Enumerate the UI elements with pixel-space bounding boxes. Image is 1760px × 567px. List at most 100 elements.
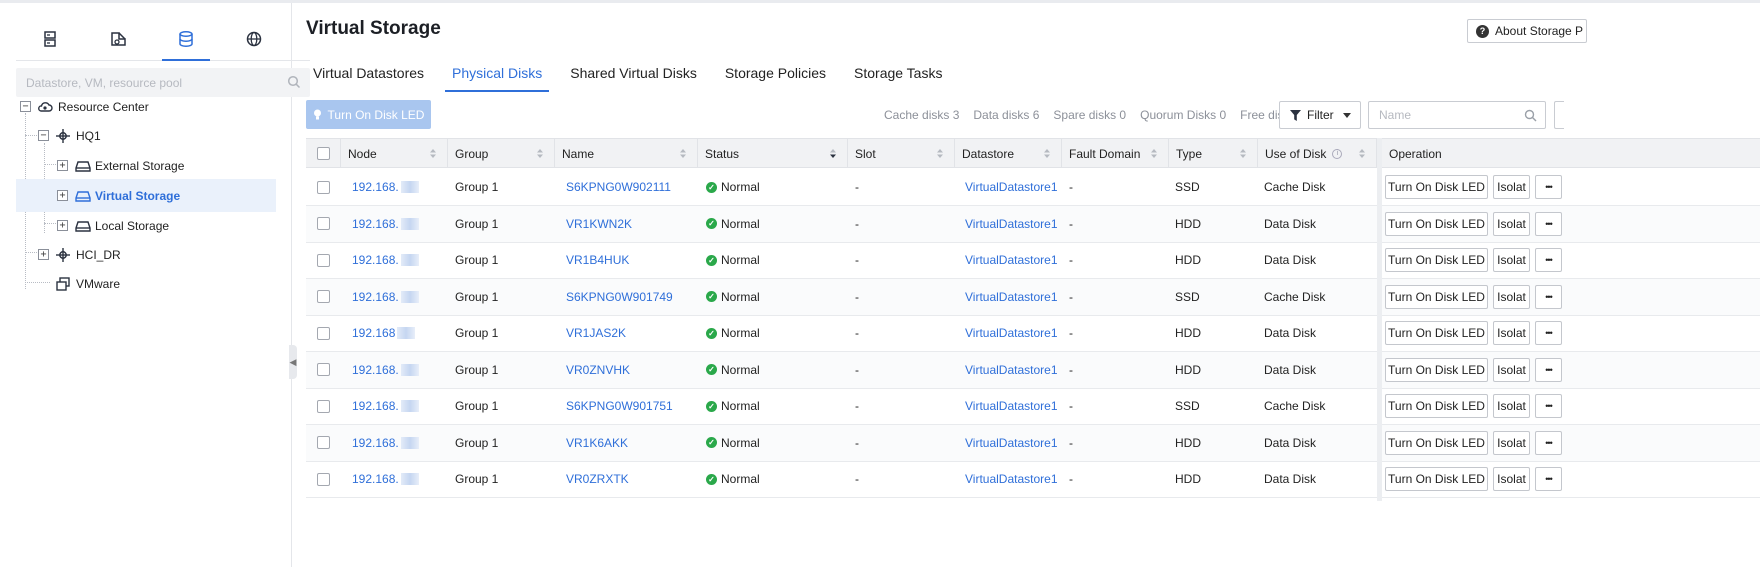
table-row[interactable]: 192.168. Group 1 VR1K6AKK ✓ Normal - VirtualDa… bbox=[306, 424, 1760, 462]
disk-name-link[interactable]: S6KPNG0W901751 bbox=[566, 388, 673, 424]
row-turn-on-led-button[interactable]: Turn On Disk LED bbox=[1385, 394, 1488, 418]
row-checkbox[interactable] bbox=[317, 363, 330, 376]
row-isolate-button[interactable]: Isolat bbox=[1493, 430, 1530, 455]
node-link[interactable]: 192.168. bbox=[352, 388, 419, 424]
more-actions-button[interactable]: ••• bbox=[1535, 394, 1562, 418]
node-link[interactable]: 192.168. bbox=[352, 206, 419, 242]
column-header-datastore[interactable]: Datastore bbox=[955, 139, 1062, 168]
column-header-status[interactable]: Status bbox=[698, 139, 848, 168]
search-icon[interactable] bbox=[1524, 109, 1537, 122]
expand-toggle[interactable]: + bbox=[38, 249, 49, 260]
disk-name-link[interactable]: VR1JAS2K bbox=[566, 315, 626, 351]
disk-name-link[interactable]: VR1B4HUK bbox=[566, 242, 629, 278]
row-isolate-button[interactable]: Isolat bbox=[1493, 211, 1530, 236]
more-actions-button[interactable]: ••• bbox=[1535, 211, 1562, 236]
turn-on-disk-led-button[interactable]: Turn On Disk LED bbox=[306, 100, 431, 129]
sidebar-search-input[interactable] bbox=[26, 75, 300, 90]
node-link[interactable]: 192.168. bbox=[352, 425, 419, 461]
row-isolate-button[interactable]: Isolat bbox=[1493, 248, 1530, 272]
disk-name-link[interactable]: S6KPNG0W901749 bbox=[566, 279, 673, 315]
row-isolate-button[interactable]: Isolat bbox=[1493, 394, 1530, 418]
table-row[interactable]: 192.168. Group 1 S6KPNG0W901749 ✓ Normal - Vir… bbox=[306, 278, 1760, 316]
info-icon[interactable]: i bbox=[1332, 148, 1343, 159]
row-checkbox[interactable] bbox=[317, 217, 330, 230]
more-actions-button[interactable]: ••• bbox=[1535, 357, 1562, 382]
tab-virtual-datastores[interactable]: Virtual Datastores bbox=[306, 55, 431, 92]
datastore-link[interactable]: VirtualDatastore1 bbox=[965, 206, 1058, 242]
expand-toggle[interactable]: + bbox=[57, 160, 68, 171]
tab-vms[interactable] bbox=[84, 17, 152, 60]
sidebar-collapse-handle[interactable]: ◀ bbox=[289, 345, 297, 379]
table-row[interactable]: 192.168. Group 1 VR1KWN2K ✓ Normal - VirtualDa… bbox=[306, 205, 1760, 243]
datastore-link[interactable]: VirtualDatastore1 bbox=[965, 461, 1058, 497]
search-icon[interactable] bbox=[287, 75, 301, 89]
more-actions-button[interactable]: ••• bbox=[1535, 175, 1562, 199]
about-storage-button[interactable]: ? About Storage P bbox=[1467, 19, 1587, 43]
tree-item-external-storage[interactable]: + External Storage bbox=[0, 149, 292, 182]
settings-button[interactable] bbox=[1554, 101, 1564, 129]
datastore-link[interactable]: VirtualDatastore1 bbox=[965, 315, 1058, 351]
tab-storage-policies[interactable]: Storage Policies bbox=[718, 55, 833, 92]
column-header-slot[interactable]: Slot bbox=[848, 139, 955, 168]
tab-physical-disks[interactable]: Physical Disks bbox=[445, 55, 550, 92]
table-row[interactable]: 192.168 Group 1 VR1JAS2K ✓ Normal - VirtualDat… bbox=[306, 315, 1760, 352]
node-link[interactable]: 192.168. bbox=[352, 279, 419, 315]
disk-name-link[interactable]: VR0ZNVHK bbox=[566, 352, 630, 388]
tab-storage-tasks[interactable]: Storage Tasks bbox=[847, 55, 949, 92]
row-checkbox[interactable] bbox=[317, 436, 330, 449]
tab-storage[interactable] bbox=[152, 17, 220, 61]
row-turn-on-led-button[interactable]: Turn On Disk LED bbox=[1385, 175, 1488, 199]
tab-shared-virtual-disks[interactable]: Shared Virtual Disks bbox=[563, 55, 704, 92]
expand-toggle[interactable]: + bbox=[57, 220, 68, 231]
table-row[interactable]: 192.168. Group 1 VR0ZRXTK ✓ Normal - VirtualDa… bbox=[306, 461, 1760, 498]
row-turn-on-led-button[interactable]: Turn On Disk LED bbox=[1385, 430, 1488, 455]
node-link[interactable]: 192.168. bbox=[352, 352, 419, 388]
disk-name-link[interactable]: S6KPNG0W902111 bbox=[566, 169, 671, 205]
tree-item-hq1[interactable]: − HQ1 bbox=[0, 119, 292, 152]
tab-network[interactable] bbox=[220, 17, 288, 60]
column-header-name[interactable]: Name bbox=[555, 139, 698, 168]
row-checkbox[interactable] bbox=[317, 180, 330, 194]
row-isolate-button[interactable]: Isolat bbox=[1493, 321, 1530, 345]
row-turn-on-led-button[interactable]: Turn On Disk LED bbox=[1385, 284, 1488, 309]
datastore-link[interactable]: VirtualDatastore1 bbox=[965, 388, 1058, 424]
row-checkbox[interactable] bbox=[317, 253, 330, 267]
node-link[interactable]: 192.168. bbox=[352, 242, 419, 278]
row-checkbox[interactable] bbox=[317, 290, 330, 303]
select-all-checkbox[interactable] bbox=[316, 147, 330, 160]
row-isolate-button[interactable]: Isolat bbox=[1493, 284, 1530, 309]
table-row[interactable]: 192.168. Group 1 S6KPNG0W901751 ✓ Normal - Vir… bbox=[306, 388, 1760, 425]
column-header-group[interactable]: Group bbox=[448, 139, 555, 168]
more-actions-button[interactable]: ••• bbox=[1535, 321, 1562, 345]
filter-button[interactable]: Filter bbox=[1279, 101, 1361, 129]
tree-item-vmware[interactable]: VMware bbox=[0, 267, 292, 300]
table-row[interactable]: 192.168. Group 1 VR0ZNVHK ✓ Normal - VirtualDa… bbox=[306, 351, 1760, 389]
column-header-use-of-disk[interactable]: Use of Disk i bbox=[1258, 139, 1377, 168]
disk-name-link[interactable]: VR1KWN2K bbox=[566, 206, 632, 242]
table-row[interactable]: 192.168. Group 1 VR1B4HUK ✓ Normal - VirtualDa… bbox=[306, 242, 1760, 279]
collapse-toggle[interactable]: − bbox=[20, 101, 31, 112]
tree-item-virtual-storage[interactable]: + Virtual Storage bbox=[16, 179, 276, 212]
collapse-toggle[interactable]: − bbox=[38, 130, 49, 141]
row-isolate-button[interactable]: Isolat bbox=[1493, 467, 1530, 491]
datastore-link[interactable]: VirtualDatastore1 bbox=[965, 279, 1058, 315]
datastore-link[interactable]: VirtualDatastore1 bbox=[965, 169, 1058, 205]
column-header-fault-domain[interactable]: Fault Domain bbox=[1062, 139, 1169, 168]
row-checkbox[interactable] bbox=[317, 326, 330, 340]
expand-toggle[interactable]: + bbox=[57, 190, 68, 201]
name-search-input[interactable] bbox=[1379, 108, 1519, 122]
row-turn-on-led-button[interactable]: Turn On Disk LED bbox=[1385, 357, 1488, 382]
row-isolate-button[interactable]: Isolat bbox=[1493, 357, 1530, 382]
row-turn-on-led-button[interactable]: Turn On Disk LED bbox=[1385, 467, 1488, 491]
datastore-link[interactable]: VirtualDatastore1 bbox=[965, 425, 1058, 461]
node-link[interactable]: 192.168. bbox=[352, 461, 419, 497]
table-row[interactable]: 192.168. Group 1 S6KPNG0W902111 ✓ Normal - Vir… bbox=[306, 169, 1760, 206]
more-actions-button[interactable]: ••• bbox=[1535, 467, 1562, 491]
row-turn-on-led-button[interactable]: Turn On Disk LED bbox=[1385, 211, 1488, 236]
disk-name-link[interactable]: VR0ZRXTK bbox=[566, 461, 629, 497]
row-isolate-button[interactable]: Isolat bbox=[1493, 175, 1530, 199]
row-checkbox[interactable] bbox=[317, 399, 330, 413]
column-header-node[interactable]: Node bbox=[341, 139, 448, 168]
node-link[interactable]: 192.168. bbox=[352, 169, 419, 205]
disk-name-link[interactable]: VR1K6AKK bbox=[566, 425, 628, 461]
